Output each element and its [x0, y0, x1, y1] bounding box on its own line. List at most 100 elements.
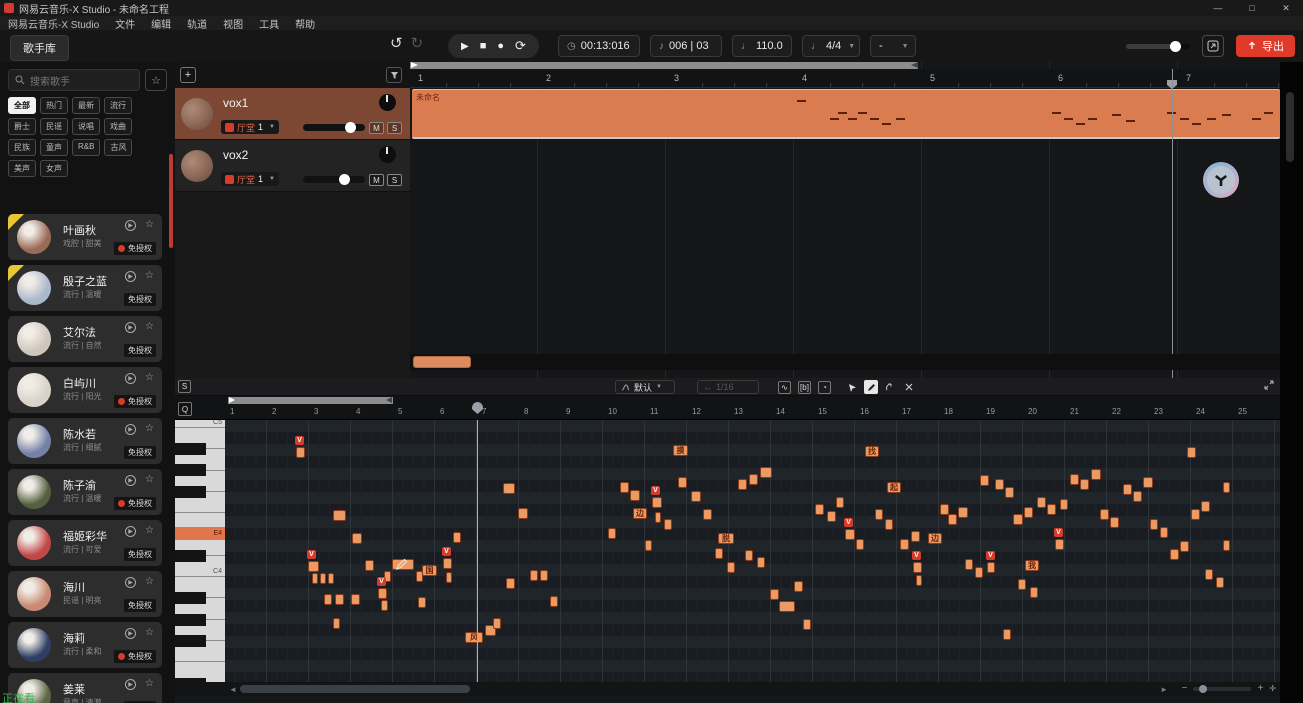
track-header-vox2[interactable]: vox2厅堂1▼MS: [175, 140, 410, 192]
menu-item-编辑[interactable]: 编辑: [151, 16, 171, 31]
search-input[interactable]: 搜索歌手: [8, 69, 140, 91]
black-key[interactable]: [175, 592, 206, 604]
note[interactable]: [664, 519, 672, 530]
note[interactable]: [940, 504, 949, 515]
filter-tag[interactable]: 最新: [72, 97, 100, 114]
zoom-in-button[interactable]: +: [1257, 683, 1263, 694]
note[interactable]: [418, 597, 426, 608]
fit-zoom-button[interactable]: ✛: [1269, 684, 1276, 693]
note[interactable]: [900, 539, 909, 550]
time-signature-select[interactable]: ♩ 4/4 ▼: [802, 35, 860, 57]
black-key[interactable]: [175, 550, 206, 562]
filter-tag[interactable]: 热门: [40, 97, 68, 114]
preview-play-button[interactable]: ▶: [125, 526, 136, 537]
note[interactable]: [652, 497, 662, 508]
note[interactable]: [655, 512, 661, 523]
tempo-display[interactable]: ♩ 110.0: [732, 35, 792, 57]
black-key[interactable]: [175, 614, 206, 626]
note[interactable]: [1170, 549, 1179, 560]
pencil-tool[interactable]: [864, 380, 878, 394]
filter-tag[interactable]: 民族: [8, 139, 36, 156]
note[interactable]: [506, 578, 515, 589]
note[interactable]: [378, 588, 387, 599]
note[interactable]: [630, 490, 640, 501]
filter-tag[interactable]: 戏曲: [104, 118, 132, 135]
note[interactable]: [948, 514, 957, 525]
note-with-lyric[interactable]: 边: [633, 508, 647, 519]
cursor-tool[interactable]: [845, 380, 859, 394]
singer-card[interactable]: 艾尔法流行 | 自然▶☆免授权: [8, 316, 162, 362]
note[interactable]: [803, 619, 811, 630]
note[interactable]: [749, 474, 758, 485]
reverb-select[interactable]: 厅堂1▼: [221, 172, 279, 186]
preview-play-button[interactable]: ▶: [125, 373, 136, 384]
black-key[interactable]: [175, 635, 206, 647]
filter-tag[interactable]: 古风: [104, 139, 132, 156]
note[interactable]: [1187, 447, 1196, 458]
zoom-slider[interactable]: [1193, 687, 1251, 691]
master-volume-slider[interactable]: [1126, 44, 1190, 49]
track-header-vox1[interactable]: vox1厅堂1▼MS: [175, 88, 410, 140]
note[interactable]: [1047, 504, 1056, 515]
track-volume-knob[interactable]: [345, 122, 356, 133]
track-volume-slider[interactable]: [303, 176, 365, 183]
menu-item-帮助[interactable]: 帮助: [295, 16, 315, 31]
panel-toggle-button[interactable]: [1202, 35, 1224, 57]
piano-roll-hscrollbar[interactable]: ◄ ► − + ✛: [175, 682, 1280, 696]
note[interactable]: [691, 491, 701, 502]
solo-button[interactable]: S: [387, 122, 402, 134]
piano-roll-ruler[interactable]: Q 12345678910111213141516171819202122232…: [175, 396, 1280, 420]
filter-tag[interactable]: 说唱: [72, 118, 100, 135]
preview-play-button[interactable]: ▶: [125, 475, 136, 486]
note[interactable]: [1060, 499, 1068, 510]
note[interactable]: [1080, 479, 1089, 490]
note[interactable]: [1024, 507, 1033, 518]
favorite-star-icon[interactable]: ☆: [145, 270, 154, 281]
note[interactable]: [916, 575, 922, 586]
stop-button[interactable]: ■: [480, 40, 487, 52]
filter-tag[interactable]: 全部: [8, 97, 36, 114]
white-key[interactable]: C5: [175, 420, 225, 428]
note[interactable]: [1143, 477, 1153, 488]
filter-tag[interactable]: R&B: [72, 139, 100, 156]
note[interactable]: [1160, 527, 1168, 538]
note-with-lyric[interactable]: 摸: [673, 445, 688, 456]
reverb-select[interactable]: 厅堂1▼: [221, 120, 279, 134]
note[interactable]: [715, 548, 723, 559]
note[interactable]: [550, 596, 558, 607]
note[interactable]: [1223, 540, 1230, 551]
preview-play-button[interactable]: ▶: [125, 628, 136, 639]
note[interactable]: [308, 561, 319, 572]
track-filter-button[interactable]: [386, 67, 402, 83]
filter-tag[interactable]: 美声: [8, 160, 36, 177]
arrangement-hscroll-thumb[interactable]: [413, 356, 471, 368]
note[interactable]: [1055, 539, 1064, 550]
note[interactable]: [875, 509, 883, 520]
note[interactable]: [365, 560, 374, 571]
note[interactable]: [678, 477, 687, 488]
note[interactable]: [827, 511, 836, 522]
singer-card[interactable]: 海川民谣 | 明亮▶☆免授权: [8, 571, 162, 617]
arrangement-ruler[interactable]: 1234567: [410, 69, 1280, 88]
delete-tool[interactable]: [902, 380, 916, 394]
note[interactable]: [995, 479, 1004, 490]
preview-play-button[interactable]: ▶: [125, 322, 136, 333]
note[interactable]: [333, 510, 346, 521]
note-with-lyric[interactable]: 国: [422, 565, 437, 576]
note[interactable]: [540, 570, 548, 581]
preview-play-button[interactable]: ▶: [125, 577, 136, 588]
arrangement-hscrollbar[interactable]: [410, 354, 1280, 370]
singer-card[interactable]: 福姬彩华流行 | 可爱▶☆免授权: [8, 520, 162, 566]
arrangement-zoom-range[interactable]: [410, 62, 918, 69]
maximize-button[interactable]: □: [1235, 0, 1269, 16]
piano-roll-zoom-range[interactable]: [228, 397, 393, 404]
favorite-star-icon[interactable]: ☆: [145, 576, 154, 587]
pan-knob[interactable]: [379, 146, 396, 163]
note[interactable]: [328, 573, 334, 584]
note[interactable]: [1070, 474, 1079, 485]
favorites-filter-button[interactable]: ☆: [145, 69, 167, 91]
mode-select[interactable]: 默认 ▼: [615, 380, 675, 394]
note[interactable]: [980, 475, 989, 486]
note-grid[interactable]: VVV国V风边V摸脱V找起边VV我V: [225, 420, 1280, 682]
grid-value-select[interactable]: ↔1/16: [697, 380, 759, 394]
